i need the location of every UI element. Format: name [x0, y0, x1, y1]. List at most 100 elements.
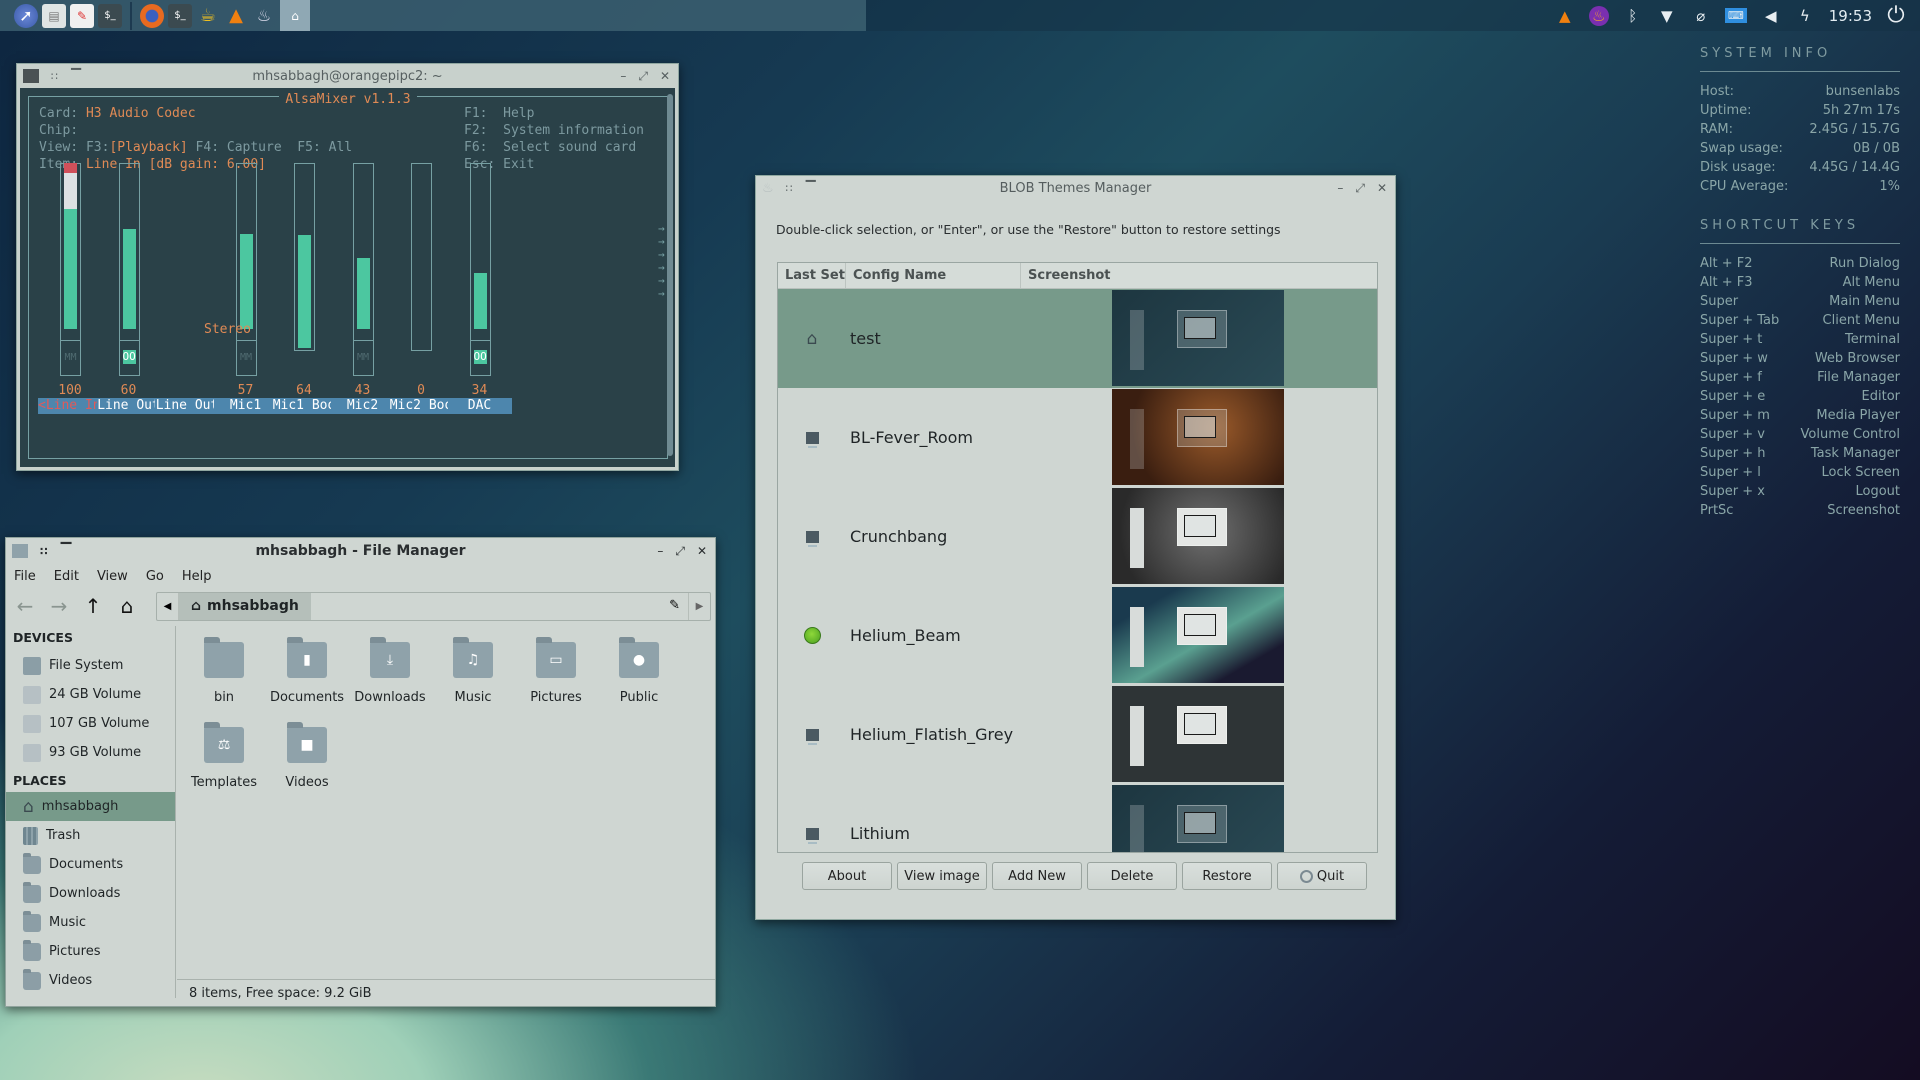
menu-file[interactable]: File — [14, 569, 36, 584]
volume-slider[interactable] — [235, 163, 257, 341]
maximize-button[interactable]: ⤢ — [638, 69, 648, 84]
theme-row[interactable]: Lithium — [778, 784, 1377, 852]
volume-slider[interactable] — [411, 163, 432, 351]
add-new-button[interactable]: Add New — [992, 862, 1082, 890]
restore-button[interactable]: Restore — [1182, 862, 1272, 890]
titlebar[interactable]: ♨ ∷ ▔ BLOB Themes Manager – ⤢ ✕ — [756, 176, 1395, 200]
mute-toggle[interactable]: MM — [60, 340, 81, 376]
clock[interactable]: 19:53 — [1829, 7, 1872, 25]
volume-slider[interactable] — [60, 163, 81, 341]
delete-button[interactable]: Delete — [1087, 862, 1177, 890]
channel-label[interactable]: <Line In > — [38, 398, 102, 414]
sidebar-place-item[interactable]: Videos — [6, 966, 175, 995]
theme-row[interactable]: Crunchbang — [778, 487, 1377, 586]
channel-label[interactable]: Mic2 — [330, 398, 395, 414]
sidebar-device-item[interactable]: 93 GB Volume — [6, 738, 175, 767]
theme-row[interactable]: ⌂ test — [778, 289, 1377, 388]
wifi-icon[interactable]: ▼ — [1657, 6, 1677, 26]
close-button[interactable]: ✕ — [660, 69, 670, 84]
shade-icon[interactable]: ▔ — [71, 69, 81, 84]
file-manager-icon[interactable]: ⌂ — [280, 0, 310, 31]
menu-help[interactable]: Help — [182, 569, 212, 584]
minimize-button[interactable]: – — [620, 69, 626, 84]
sidebar-place-item[interactable]: Documents — [6, 850, 175, 879]
breadcrumb-home[interactable]: ⌂ mhsabbagh — [179, 592, 311, 620]
mute-toggle[interactable]: OO — [118, 340, 140, 376]
keyboard-icon[interactable]: ⌨ — [1724, 8, 1747, 23]
channel-label[interactable]: Line Out — [155, 398, 219, 414]
blob-icon[interactable]: ♨ — [252, 4, 276, 28]
mute-toggle[interactable]: MM — [352, 340, 374, 376]
maximize-button[interactable]: ⤢ — [675, 544, 685, 559]
close-button[interactable]: ✕ — [697, 544, 707, 559]
vlc-icon[interactable]: ▲ — [224, 4, 248, 28]
maximize-button[interactable]: ⤢ — [1355, 181, 1365, 196]
volume-slider[interactable] — [118, 163, 140, 341]
volume-icon[interactable]: ◀ — [1761, 6, 1781, 26]
mute-toggle[interactable]: MM — [235, 340, 257, 376]
terminal-area[interactable]: AlsaMixer v1.1.3 Card: H3 Audio Codec Ch… — [20, 88, 675, 467]
volume-slider[interactable] — [352, 163, 374, 341]
minimize-button[interactable]: – — [657, 544, 663, 559]
menu-view[interactable]: View — [97, 569, 128, 584]
sidebar-device-item[interactable]: 107 GB Volume — [6, 709, 175, 738]
folder-item[interactable]: ■ Videos — [266, 722, 348, 790]
folder-item[interactable]: ● Public — [598, 637, 680, 705]
shade-icon[interactable]: ▔ — [806, 181, 816, 196]
folder-item[interactable]: ▮ Documents — [266, 637, 348, 705]
menu-go[interactable]: Go — [146, 569, 164, 584]
theme-row[interactable]: Helium_Flatish_Grey — [778, 685, 1377, 784]
folder-item[interactable]: ♫ Music — [432, 637, 514, 705]
file-manager-icon[interactable]: ▤ — [42, 3, 66, 28]
themes-table[interactable]: Last Set Config Name Screenshot ⌂ test BL-… — [777, 262, 1378, 853]
sidebar-place-item[interactable]: Trash — [6, 821, 175, 850]
scrollbar[interactable] — [667, 94, 673, 456]
channel-label[interactable]: DAC — [447, 398, 512, 414]
shade-icon[interactable]: ▔ — [61, 543, 72, 559]
theme-row[interactable]: BL-Fever_Room — [778, 388, 1377, 487]
path-scroll-left-button[interactable]: ◀ — [157, 592, 179, 620]
sidebar-device-item[interactable]: 24 GB Volume — [6, 680, 175, 709]
flame-app-icon[interactable]: ♨ — [1588, 5, 1609, 26]
clipboard-icon[interactable]: ⌀ — [1691, 6, 1711, 26]
text-editor-icon[interactable]: ✎ — [70, 3, 94, 28]
titlebar[interactable]: ∷ ▔ mhsabbagh - File Manager – ⤢ ✕ — [6, 538, 715, 564]
sidebar-place-item[interactable]: ⌂ mhsabbagh — [6, 792, 175, 821]
menu-edit[interactable]: Edit — [54, 569, 79, 584]
conky-icon[interactable]: ☕ — [196, 4, 220, 28]
minimize-button[interactable]: – — [1337, 181, 1343, 196]
terminal-icon[interactable]: $_ — [168, 3, 192, 28]
channel-label[interactable]: Line Out — [96, 398, 161, 414]
view-image-button[interactable]: View image — [897, 862, 987, 890]
column-screenshot[interactable]: Screenshot — [1021, 263, 1377, 288]
file-view[interactable]: bin ▮ Documents ⤓ Downloads ♫ Music ▭ Pictures ● P… — [177, 626, 715, 974]
drag-handle-icon[interactable]: ∷ — [51, 70, 59, 83]
drag-handle-icon[interactable]: ∷ — [786, 182, 794, 195]
folder-item[interactable]: ▭ Pictures — [515, 637, 597, 705]
path-scroll-right-button[interactable]: ▶ — [688, 592, 710, 620]
view-line[interactable]: View: F3:[Playback] F4: Capture F5: All — [39, 140, 352, 155]
titlebar[interactable]: ∷ ▔ mhsabbagh@orangepipc2: ~ – ⤢ ✕ — [17, 64, 678, 88]
close-button[interactable]: ✕ — [1377, 181, 1387, 196]
theme-row[interactable]: Helium_Beam — [778, 586, 1377, 685]
sidebar-device-item[interactable]: File System — [6, 651, 175, 680]
channel-label[interactable]: Mic1 Boo — [272, 398, 336, 414]
terminal-icon[interactable]: $_ — [98, 3, 122, 28]
sidebar-place-item[interactable]: Downloads — [6, 879, 175, 908]
volume-slider[interactable] — [294, 163, 315, 351]
about-button[interactable]: About — [802, 862, 892, 890]
column-last-set[interactable]: Last Set — [778, 263, 846, 288]
folder-item[interactable]: ⤓ Downloads — [349, 637, 431, 705]
home-button[interactable]: ⌂ — [116, 594, 138, 618]
sidebar-place-item[interactable]: Pictures — [6, 937, 175, 966]
firefox-icon[interactable] — [140, 3, 164, 28]
web-browser-icon[interactable]: ➚ — [14, 3, 38, 28]
mute-toggle[interactable]: OO — [469, 340, 491, 376]
channel-label[interactable]: Mic2 Boo — [389, 398, 453, 414]
sidebar-place-item[interactable]: Music — [6, 908, 175, 937]
vlc-icon[interactable]: ▲ — [1555, 6, 1575, 26]
folder-item[interactable]: bin — [183, 637, 265, 705]
quit-button[interactable]: Quit — [1277, 862, 1367, 890]
forward-button[interactable]: → — [48, 594, 70, 618]
folder-item[interactable]: ⚖ Templates — [183, 722, 265, 790]
